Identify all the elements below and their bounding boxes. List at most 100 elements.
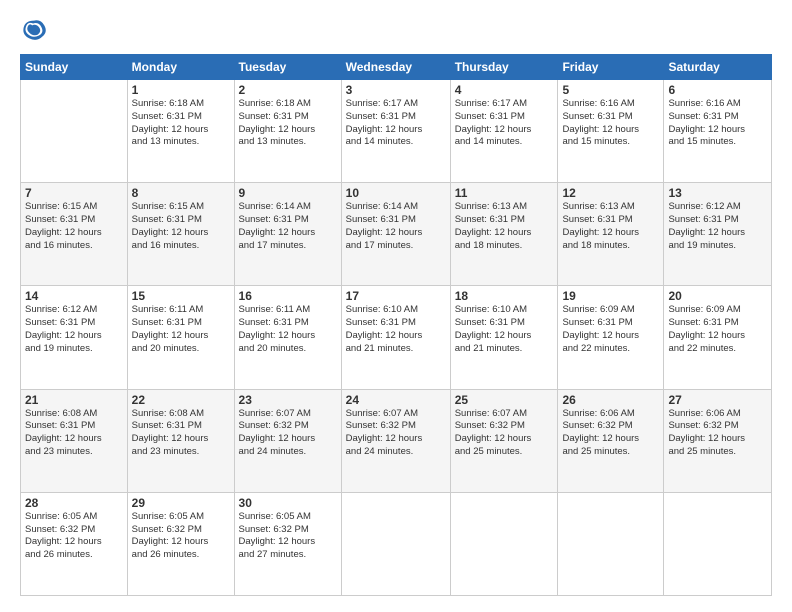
day-cell: 7Sunrise: 6:15 AM Sunset: 6:31 PM Daylig… xyxy=(21,183,128,286)
day-number: 9 xyxy=(239,186,337,200)
day-info: Sunrise: 6:09 AM Sunset: 6:31 PM Dayligh… xyxy=(562,304,659,355)
day-info: Sunrise: 6:14 AM Sunset: 6:31 PM Dayligh… xyxy=(239,201,337,252)
day-info: Sunrise: 6:12 AM Sunset: 6:31 PM Dayligh… xyxy=(668,201,767,252)
day-number: 28 xyxy=(25,496,123,510)
day-cell: 28Sunrise: 6:05 AM Sunset: 6:32 PM Dayli… xyxy=(21,492,128,595)
day-info: Sunrise: 6:12 AM Sunset: 6:31 PM Dayligh… xyxy=(25,304,123,355)
day-number: 30 xyxy=(239,496,337,510)
day-number: 2 xyxy=(239,83,337,97)
header-cell-sunday: Sunday xyxy=(21,55,128,80)
header xyxy=(20,16,772,44)
day-number: 10 xyxy=(346,186,446,200)
day-cell: 8Sunrise: 6:15 AM Sunset: 6:31 PM Daylig… xyxy=(127,183,234,286)
day-cell xyxy=(450,492,558,595)
day-cell: 17Sunrise: 6:10 AM Sunset: 6:31 PM Dayli… xyxy=(341,286,450,389)
day-number: 6 xyxy=(668,83,767,97)
header-cell-friday: Friday xyxy=(558,55,664,80)
week-row-4: 21 Sunrise: 6:08 AM Sunset: 6:31 PM Dayli… xyxy=(21,389,772,492)
day-cell: 6Sunrise: 6:16 AM Sunset: 6:31 PM Daylig… xyxy=(664,80,772,183)
day-number: 20 xyxy=(668,289,767,303)
day-number: 27 xyxy=(668,393,767,407)
day-cell: 26Sunrise: 6:06 AM Sunset: 6:32 PM Dayli… xyxy=(558,389,664,492)
day-info: Sunrise: 6:17 AM Sunset: 6:31 PM Dayligh… xyxy=(346,98,446,149)
day-number: 26 xyxy=(562,393,659,407)
day-cell: 12Sunrise: 6:13 AM Sunset: 6:31 PM Dayli… xyxy=(558,183,664,286)
day-number: 4 xyxy=(455,83,554,97)
day-number: 29 xyxy=(132,496,230,510)
week-row-3: 14Sunrise: 6:12 AM Sunset: 6:31 PM Dayli… xyxy=(21,286,772,389)
day-info: Sunrise: 6:18 AM Sunset: 6:31 PM Dayligh… xyxy=(239,98,337,149)
day-cell: 11Sunrise: 6:13 AM Sunset: 6:31 PM Dayli… xyxy=(450,183,558,286)
header-cell-wednesday: Wednesday xyxy=(341,55,450,80)
day-number: 19 xyxy=(562,289,659,303)
day-number: 21 xyxy=(25,393,123,407)
day-cell: 19Sunrise: 6:09 AM Sunset: 6:31 PM Dayli… xyxy=(558,286,664,389)
day-cell: 5Sunrise: 6:16 AM Sunset: 6:31 PM Daylig… xyxy=(558,80,664,183)
day-cell: 23Sunrise: 6:07 AM Sunset: 6:32 PM Dayli… xyxy=(234,389,341,492)
day-cell: 2Sunrise: 6:18 AM Sunset: 6:31 PM Daylig… xyxy=(234,80,341,183)
page: SundayMondayTuesdayWednesdayThursdayFrid… xyxy=(0,0,792,612)
day-info: Sunrise: 6:15 AM Sunset: 6:31 PM Dayligh… xyxy=(132,201,230,252)
day-cell: 4Sunrise: 6:17 AM Sunset: 6:31 PM Daylig… xyxy=(450,80,558,183)
day-cell: 10Sunrise: 6:14 AM Sunset: 6:31 PM Dayli… xyxy=(341,183,450,286)
day-cell xyxy=(558,492,664,595)
day-info: Sunrise: 6:07 AM Sunset: 6:32 PM Dayligh… xyxy=(455,408,554,459)
day-number: 16 xyxy=(239,289,337,303)
day-cell: 21Sunrise: 6:08 AM Sunset: 6:31 PM Dayli… xyxy=(21,389,128,492)
day-info: Sunrise: 6:06 AM Sunset: 6:32 PM Dayligh… xyxy=(668,408,767,459)
week-row-5: 28Sunrise: 6:05 AM Sunset: 6:32 PM Dayli… xyxy=(21,492,772,595)
day-info: Sunrise: 6:16 AM Sunset: 6:31 PM Dayligh… xyxy=(668,98,767,149)
day-info: Sunrise: 6:16 AM Sunset: 6:31 PM Dayligh… xyxy=(562,98,659,149)
day-cell: 24Sunrise: 6:07 AM Sunset: 6:32 PM Dayli… xyxy=(341,389,450,492)
day-info: Sunrise: 6:17 AM Sunset: 6:31 PM Dayligh… xyxy=(455,98,554,149)
day-info: Sunrise: 6:11 AM Sunset: 6:31 PM Dayligh… xyxy=(239,304,337,355)
day-info: Sunrise: 6:07 AM Sunset: 6:32 PM Dayligh… xyxy=(239,408,337,459)
day-cell: 13Sunrise: 6:12 AM Sunset: 6:31 PM Dayli… xyxy=(664,183,772,286)
day-number: 18 xyxy=(455,289,554,303)
day-cell: 18Sunrise: 6:10 AM Sunset: 6:31 PM Dayli… xyxy=(450,286,558,389)
day-number: 7 xyxy=(25,186,123,200)
header-cell-tuesday: Tuesday xyxy=(234,55,341,80)
day-info: Sunrise: 6:18 AM Sunset: 6:31 PM Dayligh… xyxy=(132,98,230,149)
day-number: 12 xyxy=(562,186,659,200)
day-cell xyxy=(664,492,772,595)
day-number: 23 xyxy=(239,393,337,407)
header-cell-thursday: Thursday xyxy=(450,55,558,80)
calendar-table: SundayMondayTuesdayWednesdayThursdayFrid… xyxy=(20,54,772,596)
day-number: 5 xyxy=(562,83,659,97)
day-info: Sunrise: 6:13 AM Sunset: 6:31 PM Dayligh… xyxy=(562,201,659,252)
day-number: 17 xyxy=(346,289,446,303)
day-number: 25 xyxy=(455,393,554,407)
header-row: SundayMondayTuesdayWednesdayThursdayFrid… xyxy=(21,55,772,80)
day-number: 15 xyxy=(132,289,230,303)
day-cell xyxy=(341,492,450,595)
week-row-1: 1Sunrise: 6:18 AM Sunset: 6:31 PM Daylig… xyxy=(21,80,772,183)
day-info: Sunrise: 6:05 AM Sunset: 6:32 PM Dayligh… xyxy=(25,511,123,562)
day-info: Sunrise: 6:11 AM Sunset: 6:31 PM Dayligh… xyxy=(132,304,230,355)
day-number: 1 xyxy=(132,83,230,97)
day-cell: 30Sunrise: 6:05 AM Sunset: 6:32 PM Dayli… xyxy=(234,492,341,595)
logo-icon xyxy=(20,16,48,44)
day-info: Sunrise: 6:13 AM Sunset: 6:31 PM Dayligh… xyxy=(455,201,554,252)
day-cell: 20Sunrise: 6:09 AM Sunset: 6:31 PM Dayli… xyxy=(664,286,772,389)
header-cell-saturday: Saturday xyxy=(664,55,772,80)
day-info: Sunrise: 6:08 AM Sunset: 6:31 PM Dayligh… xyxy=(132,408,230,459)
day-number: 13 xyxy=(668,186,767,200)
day-info: Sunrise: 6:06 AM Sunset: 6:32 PM Dayligh… xyxy=(562,408,659,459)
week-row-2: 7 Sunrise: 6:15 AM Sunset: 6:31 PM Daylig… xyxy=(21,183,772,286)
day-number: 14 xyxy=(25,289,123,303)
logo xyxy=(20,16,52,44)
day-number: 24 xyxy=(346,393,446,407)
day-info: Sunrise: 6:05 AM Sunset: 6:32 PM Dayligh… xyxy=(239,511,337,562)
day-cell: 22Sunrise: 6:08 AM Sunset: 6:31 PM Dayli… xyxy=(127,389,234,492)
day-info: Sunrise: 6:10 AM Sunset: 6:31 PM Dayligh… xyxy=(346,304,446,355)
day-info: Sunrise: 6:07 AM Sunset: 6:32 PM Dayligh… xyxy=(346,408,446,459)
day-cell: 1Sunrise: 6:18 AM Sunset: 6:31 PM Daylig… xyxy=(127,80,234,183)
day-number: 8 xyxy=(132,186,230,200)
day-cell: 27Sunrise: 6:06 AM Sunset: 6:32 PM Dayli… xyxy=(664,389,772,492)
day-cell: 14Sunrise: 6:12 AM Sunset: 6:31 PM Dayli… xyxy=(21,286,128,389)
day-cell: 3Sunrise: 6:17 AM Sunset: 6:31 PM Daylig… xyxy=(341,80,450,183)
day-info: Sunrise: 6:09 AM Sunset: 6:31 PM Dayligh… xyxy=(668,304,767,355)
day-cell: 29Sunrise: 6:05 AM Sunset: 6:32 PM Dayli… xyxy=(127,492,234,595)
day-number: 11 xyxy=(455,186,554,200)
